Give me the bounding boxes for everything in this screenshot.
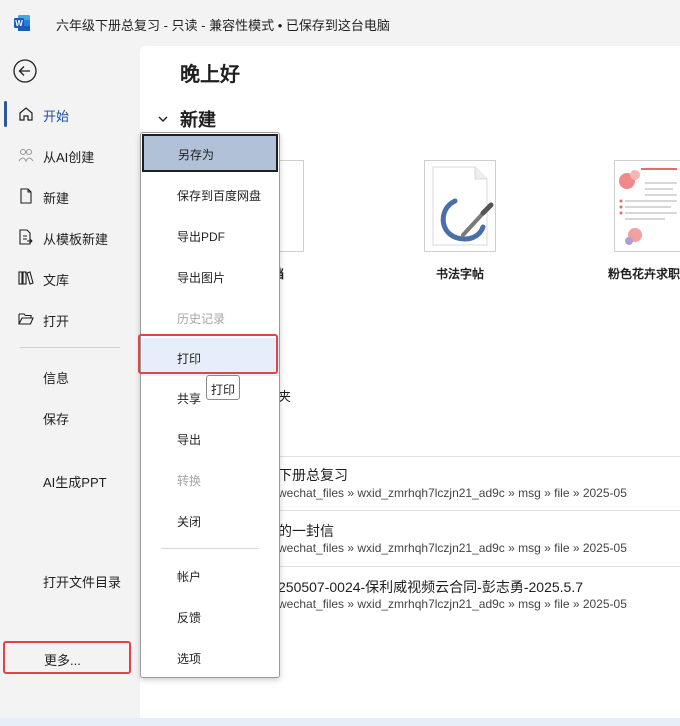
menu-item-feedback[interactable]: 反馈 xyxy=(141,597,279,635)
window-title: 六年级下册总复习 - 只读 - 兼容性模式 • 已保存到这台电脑 xyxy=(56,18,390,33)
more-button-label: 更多... xyxy=(44,653,81,668)
new-section-header[interactable]: 新建 xyxy=(156,106,216,132)
menu-item-export[interactable]: 导出 xyxy=(141,419,279,457)
template-document-icon xyxy=(19,229,33,245)
menu-item-account[interactable]: 帐户 xyxy=(141,556,279,594)
menu-item-label: 转换 xyxy=(177,474,202,488)
sidebar-item-save[interactable]: 保存 xyxy=(0,400,140,434)
menu-item-close[interactable]: 关闭 xyxy=(141,501,279,539)
menu-divider xyxy=(161,548,259,549)
menu-item-label: 选项 xyxy=(177,652,202,666)
home-icon xyxy=(19,107,33,121)
bottom-strip xyxy=(0,718,680,726)
word-logo-icon: W xyxy=(14,15,30,31)
print-highlight-outline xyxy=(138,334,278,374)
back-arrow-icon[interactable] xyxy=(12,58,38,84)
ai-people-icon xyxy=(18,148,34,163)
sidebar-item-label: 文库 xyxy=(43,273,70,288)
more-dropdown-menu: 另存为 保存到百度网盘 导出PDF 导出图片 历史记录 打印 共享 导出 转换 … xyxy=(140,132,280,678)
sidebar-item-ai-ppt[interactable]: AI生成PPT xyxy=(0,463,140,497)
sidebar-item-label: 打开 xyxy=(43,314,70,329)
sidebar-item-open-folder[interactable]: 打开文件目录 xyxy=(0,563,140,597)
sidebar-item-label: 打开文件目录 xyxy=(43,575,122,590)
calligraphy-brush-icon xyxy=(432,166,494,246)
sidebar-item-label: 信息 xyxy=(43,371,70,386)
sidebar-item-label: 开始 xyxy=(43,109,70,124)
svg-text:W: W xyxy=(15,19,23,28)
menu-item-save-baidu[interactable]: 保存到百度网盘 xyxy=(141,175,279,213)
floral-resume-thumbnail-icon xyxy=(619,168,677,245)
recent-file-title[interactable]: 下册总复习 xyxy=(278,465,348,485)
sidebar-item-home[interactable]: 开始 xyxy=(0,97,140,131)
backstage-sidebar: 开始 从AI创建 新建 从模板新建 文库 打开 信息 保存 AI生成PPT 打开… xyxy=(0,46,140,726)
new-section-label: 新建 xyxy=(180,110,216,130)
menu-item-label: 导出图片 xyxy=(177,271,226,285)
menu-item-options[interactable]: 选项 xyxy=(141,638,279,676)
template-thumbnail xyxy=(424,160,496,252)
menu-item-label: 导出 xyxy=(177,433,202,447)
sidebar-item-label: 新建 xyxy=(43,191,70,206)
menu-item-label: 另存为 xyxy=(178,148,215,162)
sidebar-item-label: 从模板新建 xyxy=(43,232,109,247)
greeting-heading: 晚上好 xyxy=(180,64,240,86)
title-bar: W 六年级下册总复习 - 只读 - 兼容性模式 • 已保存到这台电脑 xyxy=(0,0,680,46)
sidebar-item-label: 从AI创建 xyxy=(43,150,95,165)
menu-item-label: 帐户 xyxy=(177,570,202,584)
template-name: 书法字帖 xyxy=(436,267,485,281)
print-tooltip: 打印 xyxy=(206,375,240,400)
more-button[interactable]: 更多... xyxy=(3,641,131,674)
sidebar-item-label: AI生成PPT xyxy=(43,475,107,490)
active-indicator xyxy=(4,101,7,127)
recent-divider xyxy=(260,456,680,457)
sidebar-divider xyxy=(20,347,120,348)
tooltip-text: 打印 xyxy=(211,383,236,397)
sidebar-item-new[interactable]: 新建 xyxy=(0,179,140,213)
new-document-icon xyxy=(20,188,32,204)
library-books-icon xyxy=(18,271,34,285)
recent-file-path: wechat_files » wxid_zmrhqh7lczjn21_ad9c … xyxy=(278,486,627,500)
menu-item-label: 关闭 xyxy=(177,515,202,529)
menu-item-label: 反馈 xyxy=(177,611,202,625)
recent-file-path: wechat_files » wxid_zmrhqh7lczjn21_ad9c … xyxy=(278,541,627,555)
template-thumbnail xyxy=(614,160,680,252)
sidebar-item-label: 保存 xyxy=(43,412,70,427)
recent-file-title[interactable]: 的一封信 xyxy=(278,521,334,541)
recent-divider xyxy=(260,566,680,567)
menu-item-export-image[interactable]: 导出图片 xyxy=(141,257,279,295)
chevron-down-icon xyxy=(158,116,168,122)
sidebar-item-ai-create[interactable]: 从AI创建 xyxy=(0,138,140,172)
sidebar-item-info[interactable]: 信息 xyxy=(0,359,140,393)
template-name: 粉色花卉求职 xyxy=(608,267,680,281)
sidebar-item-library[interactable]: 文库 xyxy=(0,261,140,295)
recent-file-path: wechat_files » wxid_zmrhqh7lczjn21_ad9c … xyxy=(278,597,627,611)
folder-open-icon xyxy=(18,313,34,325)
sidebar-item-open[interactable]: 打开 xyxy=(0,302,140,336)
sidebar-item-template-new[interactable]: 从模板新建 xyxy=(0,220,140,254)
menu-item-history: 历史记录 xyxy=(141,298,279,336)
menu-item-export-pdf[interactable]: 导出PDF xyxy=(141,216,279,254)
menu-item-label: 导出PDF xyxy=(177,230,226,244)
menu-item-label: 保存到百度网盘 xyxy=(177,189,262,203)
recent-divider xyxy=(260,510,680,511)
menu-item-label: 历史记录 xyxy=(177,312,226,326)
menu-item-convert: 转换 xyxy=(141,460,279,498)
menu-item-label: 共享 xyxy=(177,392,202,406)
menu-item-save-as[interactable]: 另存为 xyxy=(142,134,278,172)
recent-file-title[interactable]: 250507-0024-保利威视频云合同-彭志勇-2025.5.7 xyxy=(278,577,583,597)
